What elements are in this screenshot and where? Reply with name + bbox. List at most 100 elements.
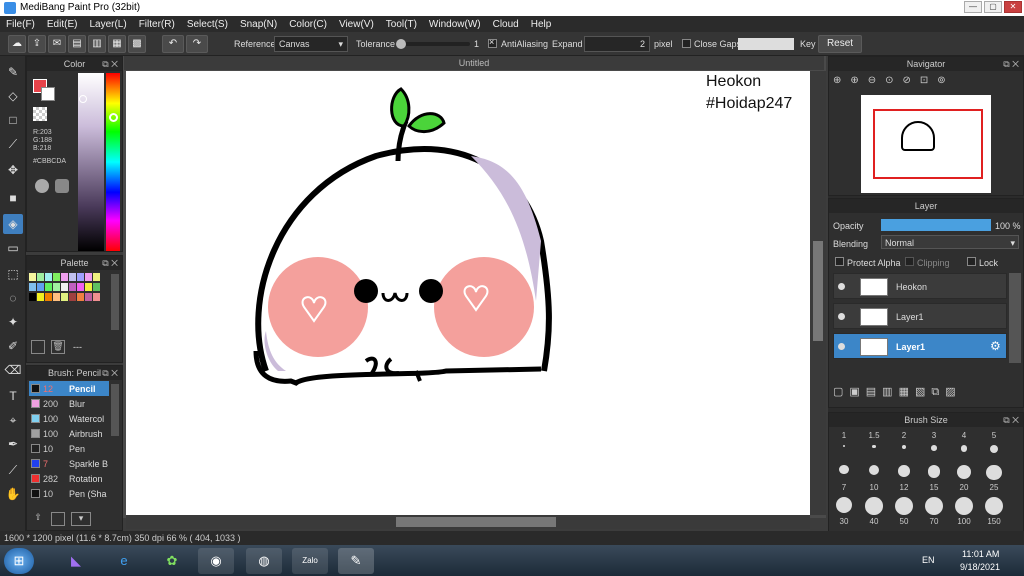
eraser-tool-icon[interactable]: ◇ <box>3 86 23 106</box>
eye-icon[interactable] <box>838 283 845 290</box>
select-pen-icon[interactable]: ✐ <box>3 336 23 356</box>
brush-tool-icon[interactable]: ✎ <box>3 62 23 82</box>
palette-swatch[interactable] <box>29 273 36 281</box>
menu-view[interactable]: View(V) <box>333 19 380 30</box>
brush-size-cell[interactable]: 12 <box>891 463 917 493</box>
brush-size-cell[interactable]: 70 <box>921 497 947 527</box>
palette-swatch[interactable] <box>85 293 92 301</box>
opacity-slider[interactable] <box>881 219 991 231</box>
brush-size-cell[interactable]: 50 <box>891 497 917 527</box>
visual-studio-icon[interactable]: ◣ <box>58 548 94 574</box>
comment-icon[interactable]: ✉ <box>48 35 66 53</box>
palette-swatch[interactable] <box>37 273 44 281</box>
panel-close-icon[interactable]: ⧉ ✕ <box>102 256 118 270</box>
brush-item[interactable]: 100 Airbrush <box>29 426 109 441</box>
brush-item[interactable]: 10 Pen <box>29 441 109 456</box>
lasso-tool-icon[interactable]: ◌ <box>3 288 23 308</box>
redo-button[interactable]: ↷ <box>186 35 208 53</box>
hue-bar[interactable] <box>106 73 120 251</box>
document-icon[interactable]: ▥ <box>88 35 106 53</box>
eyedropper-icon[interactable]: ✒ <box>3 434 23 454</box>
palette-swatch[interactable] <box>37 293 44 301</box>
palette-swatch[interactable] <box>61 273 68 281</box>
menu-color[interactable]: Color(C) <box>283 19 333 30</box>
palette-swatch[interactable] <box>45 283 52 291</box>
palette-swatch[interactable] <box>45 273 52 281</box>
layer-action-buttons[interactable]: ▢▣▤▥▦▧⧉▨ <box>833 385 1017 403</box>
layer-row[interactable]: Layer1 <box>833 303 1007 329</box>
zalo-icon[interactable]: Zalo <box>292 548 328 574</box>
reset-button[interactable]: Reset <box>818 35 862 53</box>
palette-swatch[interactable] <box>45 293 52 301</box>
brush-size-cell[interactable]: 2 <box>891 429 917 459</box>
brush-item[interactable]: 100 Watercol <box>29 411 109 426</box>
page-icon[interactable]: ▤ <box>68 35 86 53</box>
brush-item[interactable]: 10 Pen (Sha <box>29 486 109 501</box>
color-wheel-icon[interactable] <box>35 179 49 193</box>
secondary-color-swatch[interactable] <box>41 87 55 101</box>
color-picker-handle[interactable] <box>79 95 87 103</box>
brush-size-cell[interactable]: 100 <box>951 497 977 527</box>
drawing-canvas[interactable]: Heokon #Hoidap247 <box>126 71 810 515</box>
brush-size-cell[interactable]: 1.5 <box>861 429 887 459</box>
menu-filter[interactable]: Filter(R) <box>133 19 181 30</box>
language-indicator[interactable]: EN <box>922 555 935 565</box>
menu-help[interactable]: Help <box>525 19 558 30</box>
palette-swatch[interactable] <box>69 273 76 281</box>
brush-cloud-icon[interactable]: ⇧ <box>31 512 45 526</box>
menu-tool[interactable]: Tool(T) <box>380 19 423 30</box>
palette-swatch[interactable] <box>53 293 60 301</box>
menu-edit[interactable]: Edit(E) <box>41 19 84 30</box>
panel-close-icon[interactable]: ⧉ ✕ <box>1003 57 1019 71</box>
grid-icon[interactable]: ▩ <box>128 35 146 53</box>
antialiasing-checkbox[interactable] <box>488 37 497 48</box>
select-eraser-icon[interactable]: ⌫ <box>3 360 23 380</box>
minimize-button[interactable]: — <box>964 1 982 13</box>
operation-tool-icon[interactable]: ⌖ <box>3 410 23 430</box>
eye-icon[interactable] <box>838 313 845 320</box>
add-palette-icon[interactable] <box>31 340 45 354</box>
vertical-scrollbar[interactable] <box>810 71 826 515</box>
eye-icon[interactable] <box>838 343 845 350</box>
palette-swatch[interactable] <box>29 293 36 301</box>
brush-menu-icon[interactable]: ▾ <box>71 512 91 526</box>
rectangle-tool-icon[interactable]: □ <box>3 110 23 130</box>
gear-icon[interactable]: ⚙ <box>990 339 1001 353</box>
brush-size-cell[interactable]: 150 <box>981 497 1007 527</box>
navigator-zoom-buttons[interactable]: ⊕⊕⊖⊙⊘⊡⊚ <box>833 75 1017 95</box>
transparent-swatch[interactable] <box>33 107 47 121</box>
scroll-thumb[interactable] <box>813 241 823 341</box>
palette-swatch[interactable] <box>77 273 84 281</box>
brush-size-cell[interactable]: 30 <box>831 497 857 527</box>
protect-alpha-checkbox[interactable] <box>835 257 844 266</box>
brush-size-cell[interactable]: 5 <box>981 429 1007 459</box>
maximize-button[interactable]: ▢ <box>984 1 1002 13</box>
brush-size-cell[interactable]: 40 <box>861 497 887 527</box>
palette-swatch[interactable] <box>53 283 60 291</box>
panel-close-icon[interactable]: ⧉ ✕ <box>102 366 118 380</box>
brush-size-cell[interactable]: 1 <box>831 429 857 459</box>
palette-swatch[interactable] <box>69 293 76 301</box>
photos-icon[interactable]: ◍ <box>246 548 282 574</box>
menu-layer[interactable]: Layer(L) <box>83 19 132 30</box>
add-brush-icon[interactable] <box>51 512 65 526</box>
fill-rect-icon[interactable]: ■ <box>3 188 23 208</box>
hue-handle[interactable] <box>109 113 118 122</box>
blending-select[interactable]: Normal ▾ <box>881 235 1019 249</box>
expand-input[interactable]: 2 <box>584 36 650 52</box>
scroll-thumb[interactable] <box>396 517 556 527</box>
chrome-icon[interactable]: ◉ <box>198 548 234 574</box>
palette-swatch[interactable] <box>37 283 44 291</box>
divide-tool-icon[interactable]: ⟋ <box>3 460 23 480</box>
clipping-checkbox[interactable] <box>905 257 914 266</box>
palette-swatch[interactable] <box>85 273 92 281</box>
document-tab[interactable]: Untitled <box>124 56 824 70</box>
delete-palette-icon[interactable]: 🗑 <box>51 340 65 354</box>
menu-file[interactable]: File(F) <box>0 19 41 30</box>
bucket-tool-icon[interactable]: ◈ <box>3 214 23 234</box>
palette-swatch[interactable] <box>77 283 84 291</box>
close-gaps-checkbox[interactable] <box>682 39 691 48</box>
gradient-tool-icon[interactable]: ▭ <box>3 238 23 258</box>
brush-size-cell[interactable]: 15 <box>921 463 947 493</box>
palette-swatch[interactable] <box>93 293 100 301</box>
